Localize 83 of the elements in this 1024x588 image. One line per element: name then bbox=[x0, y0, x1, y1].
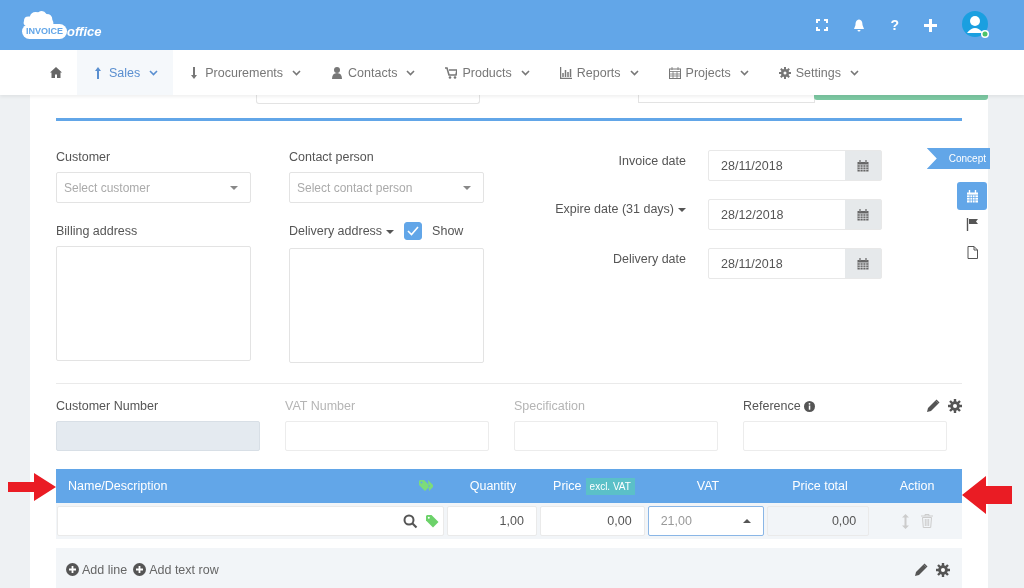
toolbar-field[interactable] bbox=[256, 95, 480, 104]
status-ribbon: Concept bbox=[926, 148, 990, 169]
column-header: Action bbox=[899, 479, 935, 493]
nav-menu-item[interactable]: Products bbox=[430, 50, 545, 95]
field-label: Customer bbox=[56, 150, 112, 164]
date-field[interactable]: 28/11/2018 bbox=[708, 150, 882, 181]
column-header: VAT bbox=[696, 479, 720, 493]
nav-menu-item[interactable]: Contacts bbox=[316, 50, 431, 95]
gear-icon bbox=[778, 66, 791, 79]
field-label: Specification bbox=[514, 399, 585, 413]
move-icon[interactable] bbox=[901, 513, 909, 529]
settings-icon[interactable] bbox=[936, 562, 950, 577]
arrow-icon bbox=[962, 476, 1012, 514]
help-icon[interactable]: ? bbox=[890, 17, 899, 33]
user-icon bbox=[331, 66, 344, 79]
column-header: Price bbox=[553, 479, 582, 493]
customer-select[interactable]: Select customer bbox=[56, 172, 251, 203]
chevron-down-icon bbox=[520, 69, 530, 76]
tag: excl. VAT bbox=[585, 477, 635, 495]
date-label: Invoice date bbox=[617, 154, 686, 168]
chevron-down-icon bbox=[629, 69, 639, 76]
bell-icon[interactable] bbox=[853, 18, 866, 32]
billing-address-field[interactable] bbox=[56, 246, 251, 361]
date-field[interactable]: 28/11/2018 bbox=[708, 248, 882, 279]
nav-menu-item[interactable]: Reports bbox=[544, 50, 654, 95]
pencil-icon[interactable] bbox=[914, 562, 928, 577]
logo[interactable]: INVOICE office bbox=[22, 9, 102, 41]
bar-chart-icon bbox=[559, 66, 572, 79]
settings-icon[interactable] bbox=[948, 399, 962, 413]
date-field[interactable]: 28/12/2018 bbox=[708, 199, 882, 230]
search-icon[interactable] bbox=[403, 513, 419, 529]
field-label: VAT Number bbox=[285, 399, 356, 413]
add-link[interactable]: Add line bbox=[66, 562, 128, 577]
chevron-down-icon bbox=[292, 69, 302, 76]
calendar-icon[interactable] bbox=[845, 249, 881, 278]
date-label-dropdown[interactable]: Expire date (31 days) bbox=[526, 202, 686, 216]
nav-menu-item[interactable]: Procurements bbox=[173, 50, 317, 95]
add-link[interactable]: Add text row bbox=[133, 562, 219, 577]
chevron-down-icon bbox=[849, 69, 859, 76]
plus-circle-icon bbox=[66, 563, 79, 576]
chevron-down-icon bbox=[406, 69, 416, 76]
nav-menu-item[interactable]: Sales bbox=[77, 50, 174, 95]
field-label: Customer Number bbox=[56, 399, 159, 413]
contact-select[interactable]: Select contact person bbox=[289, 172, 484, 203]
pencil-icon[interactable] bbox=[926, 399, 940, 413]
caret-icon bbox=[463, 185, 471, 190]
nav-menu-item[interactable]: Projects bbox=[653, 50, 764, 95]
show-checkbox[interactable] bbox=[404, 222, 423, 240]
date-label: Delivery date bbox=[612, 252, 686, 266]
quantity-field[interactable]: 1,00 bbox=[447, 506, 537, 536]
plus-circle-icon bbox=[133, 563, 147, 576]
cart-icon bbox=[445, 66, 458, 79]
column-header: Quantity bbox=[469, 479, 517, 493]
name-field[interactable] bbox=[57, 506, 445, 536]
delivery-address-field[interactable] bbox=[289, 248, 484, 363]
caret-icon bbox=[230, 185, 238, 190]
calendar-icon bbox=[668, 66, 681, 79]
arrow-up-icon bbox=[92, 66, 104, 79]
tag-icon[interactable] bbox=[426, 514, 440, 528]
field-label: Reference bbox=[743, 399, 801, 413]
field-label: Contact person bbox=[289, 150, 375, 164]
nav-menu-item[interactable]: Settings bbox=[763, 50, 874, 95]
column-header: Name/Description bbox=[68, 479, 168, 493]
plus-icon[interactable] bbox=[924, 18, 937, 32]
chevron-down-icon bbox=[149, 69, 159, 76]
text-field[interactable] bbox=[56, 421, 260, 451]
price-field[interactable]: 0,00 bbox=[539, 506, 645, 536]
user-avatar[interactable] bbox=[962, 11, 990, 39]
tag-icon[interactable] bbox=[419, 480, 433, 492]
arrow-icon bbox=[8, 473, 56, 501]
calendar-icon[interactable] bbox=[845, 200, 881, 229]
calendar-icon[interactable] bbox=[845, 151, 881, 180]
fullscreen-icon[interactable] bbox=[816, 19, 829, 31]
info-icon[interactable] bbox=[803, 400, 815, 412]
trash-icon[interactable] bbox=[920, 514, 933, 528]
column-header: Price total bbox=[792, 479, 848, 493]
chevron-down-icon bbox=[739, 69, 749, 76]
toolbar-field[interactable] bbox=[638, 95, 815, 103]
delivery-address-dropdown[interactable]: Delivery address bbox=[289, 224, 395, 238]
price-total-field: 0,00 bbox=[767, 506, 870, 536]
checkbox-label: Show bbox=[432, 224, 464, 238]
vat-select[interactable]: 21,00 bbox=[647, 506, 765, 536]
field-label: Billing address bbox=[56, 224, 139, 238]
